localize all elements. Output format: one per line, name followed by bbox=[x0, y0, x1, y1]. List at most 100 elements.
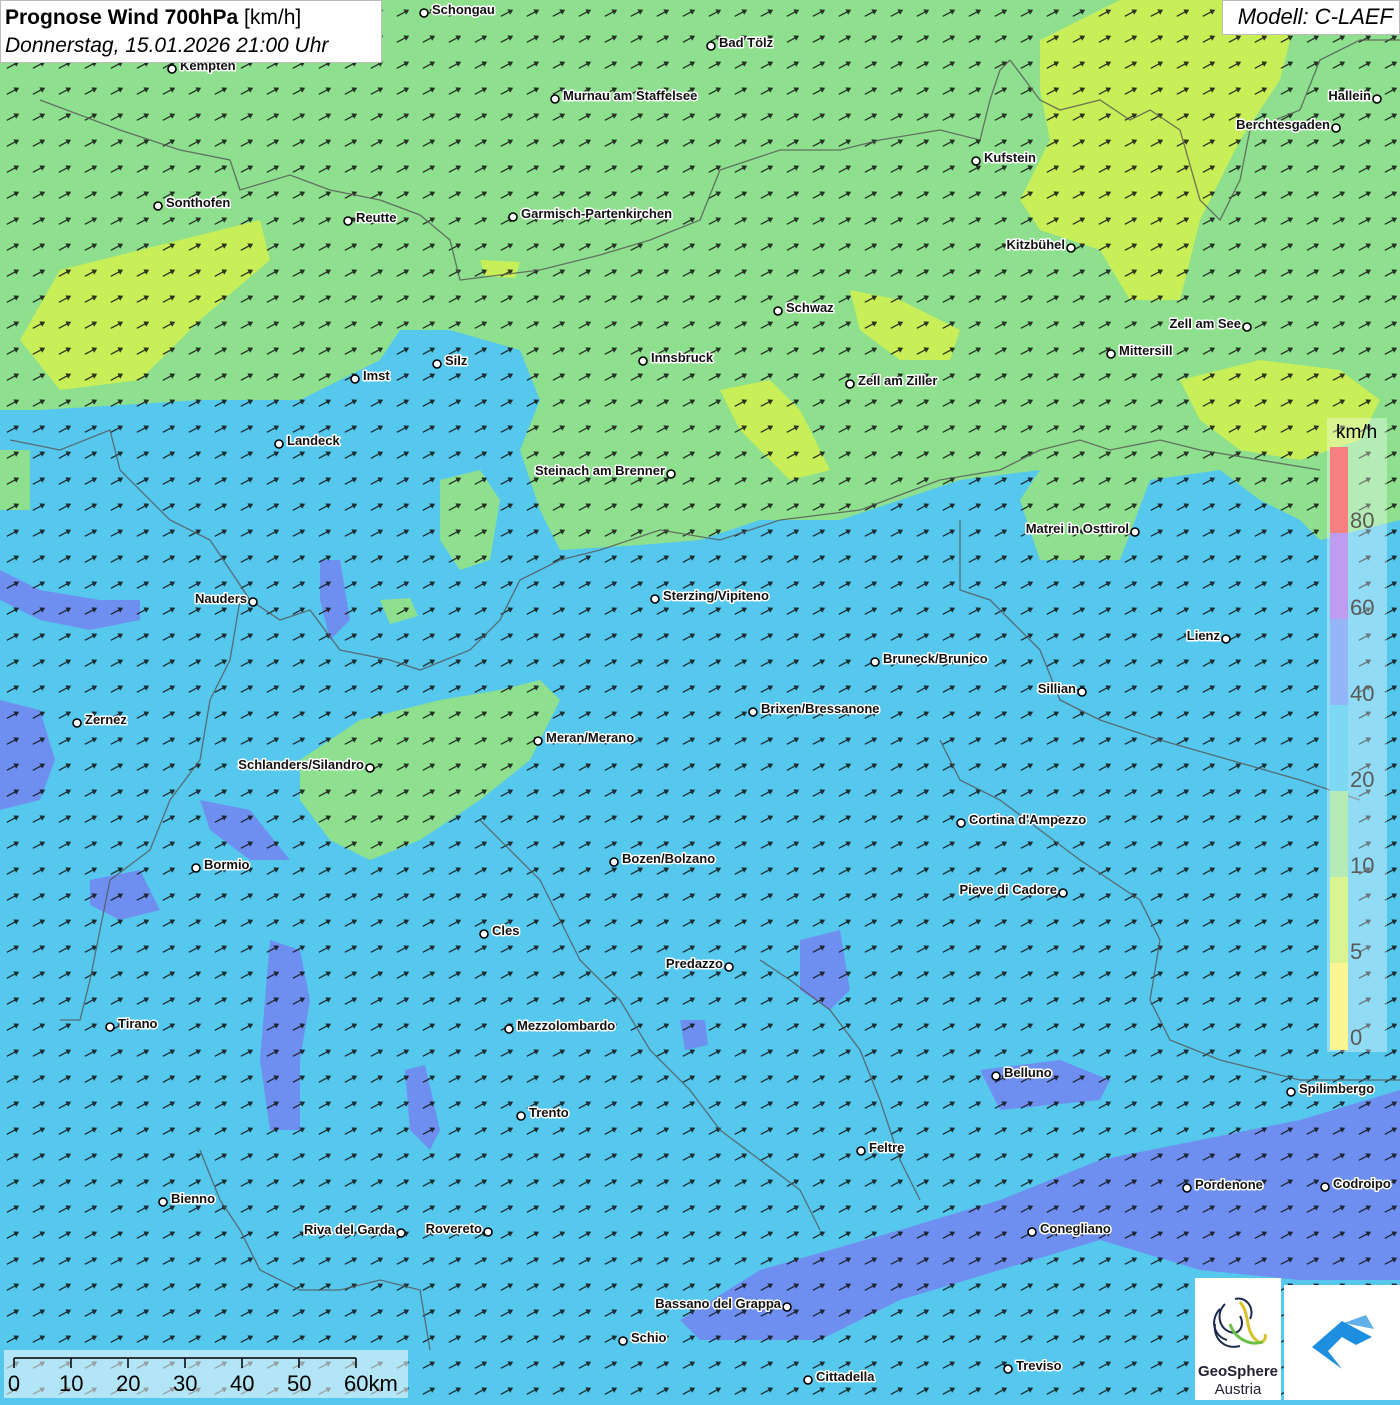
city-dot bbox=[845, 379, 855, 389]
map-title-box: Prognose Wind 700hPa [km/h] Donnerstag, … bbox=[0, 0, 382, 63]
city-label: Landeck bbox=[287, 433, 341, 448]
city-marker: Riva del Garda bbox=[302, 1221, 406, 1239]
city-label: Tirano bbox=[118, 1016, 158, 1031]
scale-bar: 0 10 20 30 40 50 60km bbox=[4, 1350, 408, 1398]
city-label: Predazzo bbox=[666, 956, 723, 971]
city-label: Zell am Ziller bbox=[858, 373, 937, 388]
city-label: Spilimbergo bbox=[1299, 1081, 1374, 1096]
city-dot bbox=[274, 439, 284, 449]
geosphere-swirl-icon bbox=[1213, 1297, 1267, 1348]
city-dot bbox=[248, 597, 258, 607]
city-label: Reutte bbox=[356, 210, 396, 225]
city-label: Bozen/Bolzano bbox=[622, 851, 715, 866]
city-label: Murnau am Staffelsee bbox=[563, 88, 697, 103]
scale-bar-label: 20 bbox=[116, 1371, 140, 1396]
city-marker: Berchtesgaden bbox=[1235, 116, 1341, 134]
app-arrow-icon bbox=[1312, 1315, 1374, 1369]
city-dot bbox=[533, 736, 543, 746]
city-marker: Sonthofen bbox=[153, 194, 232, 212]
city-marker: Steinach am Brenner bbox=[533, 462, 676, 480]
city-label: Matrei in Osttirol bbox=[1026, 521, 1129, 536]
city-dot bbox=[1331, 123, 1341, 133]
legend-panel bbox=[1327, 418, 1387, 1052]
city-label: Cittadella bbox=[816, 1369, 875, 1384]
city-marker: Bozen/Bolzano bbox=[609, 850, 717, 868]
city-label: Meran/Merano bbox=[546, 730, 634, 745]
city-dot bbox=[956, 818, 966, 828]
city-label: Bormio bbox=[204, 857, 250, 872]
city-label: Feltre bbox=[869, 1140, 904, 1155]
city-label: Bassano del Grappa bbox=[655, 1296, 781, 1311]
scale-bar-label: 50 bbox=[287, 1371, 311, 1396]
map-title-unit: [km/h] bbox=[244, 6, 302, 29]
city-dot bbox=[1286, 1087, 1296, 1097]
city-marker: Cortina d'Ampezzo bbox=[956, 811, 1088, 829]
city-label: Zernez bbox=[85, 712, 127, 727]
city-dot bbox=[782, 1302, 792, 1312]
city-label: Nauders bbox=[195, 591, 247, 606]
city-dot bbox=[1058, 888, 1068, 898]
city-label: Bienno bbox=[171, 1191, 215, 1206]
city-dot bbox=[158, 1197, 168, 1207]
city-dot bbox=[72, 718, 82, 728]
city-label: Mezzolombardo bbox=[517, 1018, 615, 1033]
city-dot bbox=[419, 8, 429, 18]
city-dot bbox=[1077, 687, 1087, 697]
city-marker: Zell am Ziller bbox=[845, 372, 939, 390]
city-label: Mittersill bbox=[1119, 343, 1172, 358]
city-dot bbox=[350, 374, 360, 384]
city-label: Brixen/Bressanone bbox=[761, 701, 880, 716]
city-marker: Zell am See bbox=[1168, 315, 1252, 333]
scale-bar-label: 0 bbox=[8, 1371, 20, 1396]
city-label: Bruneck/Brunico bbox=[883, 651, 988, 666]
city-label: Schwaz bbox=[786, 300, 834, 315]
geosphere-sub: Austria bbox=[1214, 1381, 1262, 1398]
city-marker: Pordenone bbox=[1182, 1176, 1264, 1194]
city-marker: Schongau bbox=[419, 1, 496, 19]
city-label: Pordenone bbox=[1195, 1177, 1263, 1192]
city-dot bbox=[650, 594, 660, 604]
forecast-datetime: Donnerstag, 15.01.2026 21:00 Uhr bbox=[5, 34, 329, 57]
city-label: Sillian bbox=[1038, 681, 1076, 696]
city-dot bbox=[550, 94, 560, 104]
city-label: Riva del Garda bbox=[304, 1222, 396, 1237]
city-dot bbox=[105, 1022, 115, 1032]
scale-bar-label: 10 bbox=[59, 1371, 83, 1396]
wind-speed-map[interactable]: 051020406080 0 10 20 30 40 50 60km SchongauBad… bbox=[0, 0, 1400, 1400]
city-label: Treviso bbox=[1016, 1358, 1062, 1373]
city-marker: Predazzo bbox=[664, 955, 734, 973]
city-dot bbox=[1320, 1182, 1330, 1192]
city-label: Garmisch-Partenkirchen bbox=[521, 206, 672, 221]
city-label: Sterzing/Vipiteno bbox=[663, 588, 769, 603]
city-dot bbox=[1130, 527, 1140, 537]
geosphere-name: GeoSphere bbox=[1197, 1363, 1279, 1380]
city-marker: Matrei in Osttirol bbox=[1024, 520, 1140, 538]
city-dot bbox=[479, 929, 489, 939]
city-dot bbox=[638, 356, 648, 366]
city-dot bbox=[1372, 94, 1382, 104]
city-dot bbox=[870, 657, 880, 667]
city-dot bbox=[396, 1228, 406, 1238]
city-dot bbox=[516, 1111, 526, 1121]
city-dot bbox=[618, 1336, 628, 1346]
city-marker: Bassano del Grappa bbox=[654, 1295, 792, 1313]
geosphere-logo[interactable]: GeoSphere Austria bbox=[1195, 1278, 1281, 1400]
city-label: Schongau bbox=[432, 2, 495, 17]
legend-unit: km/h bbox=[1336, 422, 1378, 443]
city-dot bbox=[666, 469, 676, 479]
city-dot bbox=[991, 1071, 1001, 1081]
city-label: Pieve di Cadore bbox=[959, 882, 1057, 897]
city-marker: Garmisch-Partenkirchen bbox=[508, 205, 674, 223]
city-dot bbox=[1106, 349, 1116, 359]
app-logo[interactable] bbox=[1284, 1285, 1400, 1400]
city-marker: Murnau am Staffelsee bbox=[550, 87, 699, 105]
city-dot bbox=[856, 1146, 866, 1156]
city-label: Innsbruck bbox=[651, 350, 714, 365]
scale-bar-label: 30 bbox=[173, 1371, 197, 1396]
city-dot bbox=[609, 857, 619, 867]
city-label: Berchtesgaden bbox=[1236, 117, 1330, 132]
city-dot bbox=[167, 64, 177, 74]
city-marker: Conegliano bbox=[1027, 1220, 1112, 1238]
city-label: Kufstein bbox=[984, 150, 1036, 165]
city-dot bbox=[1221, 634, 1231, 644]
